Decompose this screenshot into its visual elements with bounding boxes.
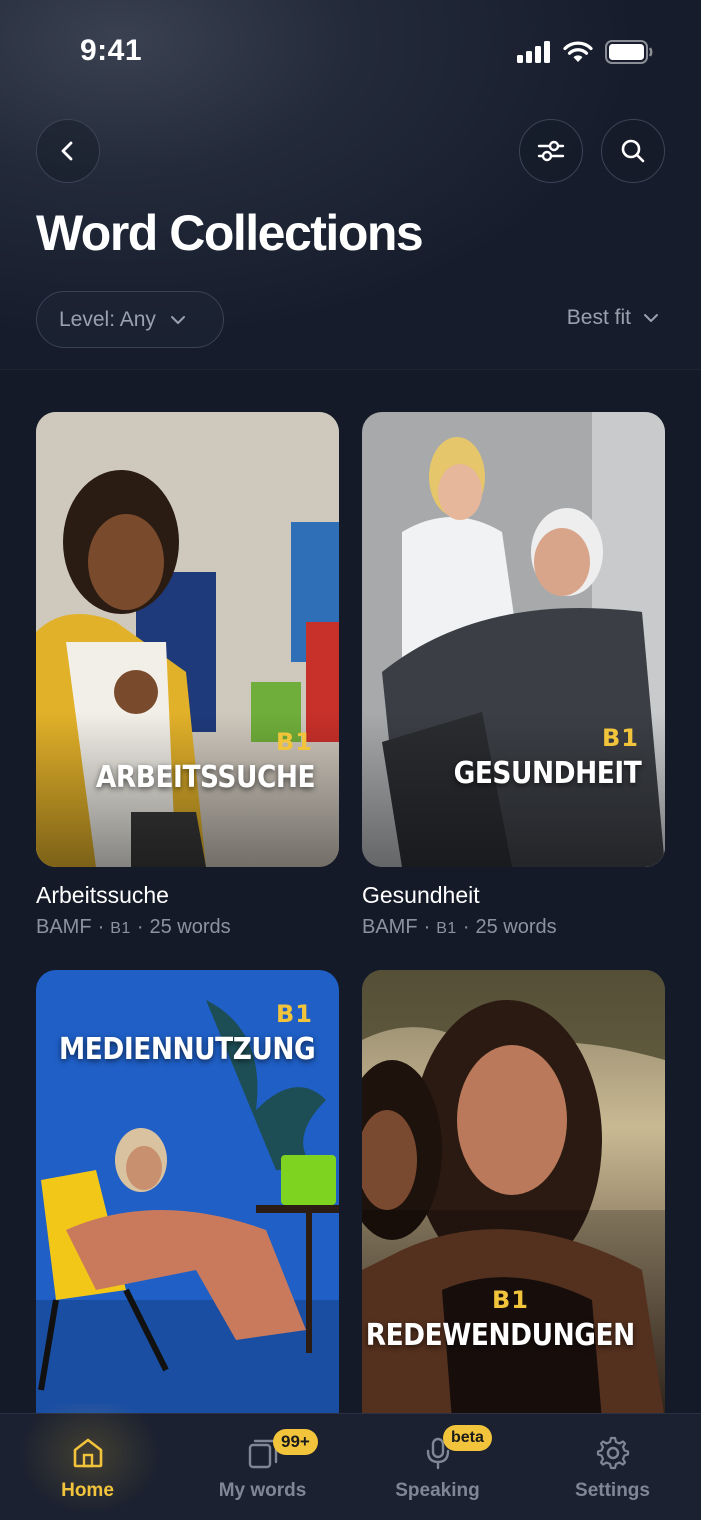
card-overlay-title: ARBEITSSUCHE bbox=[95, 760, 316, 795]
tab-label: Home bbox=[61, 1480, 114, 1501]
tab-settings[interactable]: Settings bbox=[525, 1414, 700, 1520]
card-image bbox=[362, 412, 665, 867]
card-source: BAMF bbox=[362, 916, 418, 938]
card-word-count: 25 words bbox=[149, 916, 231, 938]
card-level: B1 bbox=[436, 920, 457, 937]
collection-card-arbeitssuche[interactable]: B1 ARBEITSSUCHE bbox=[36, 412, 339, 867]
collection-card-mediennutzung[interactable]: B1 MEDIENNUTZUNG bbox=[36, 970, 339, 1413]
card-overlay-level: B1 bbox=[276, 728, 313, 756]
card-meta: BAMF · B1 · 25 words bbox=[36, 916, 231, 938]
status-icons bbox=[517, 40, 653, 64]
wifi-icon bbox=[563, 41, 593, 62]
level-filter-label: Level: Any bbox=[59, 307, 156, 331]
my-words-count-badge: 99+ bbox=[273, 1429, 318, 1455]
card-overlay-level: B1 bbox=[602, 724, 639, 752]
tab-home[interactable]: Home bbox=[0, 1404, 175, 1520]
tab-label: Speaking bbox=[395, 1480, 480, 1501]
gear-icon bbox=[596, 1436, 629, 1470]
sliders-icon bbox=[537, 140, 565, 162]
tab-label: Settings bbox=[575, 1480, 650, 1501]
signal-icon bbox=[517, 41, 550, 63]
tab-my-words[interactable]: 99+ My words bbox=[175, 1414, 350, 1520]
tab-label: My words bbox=[218, 1480, 307, 1501]
status-time: 9:41 bbox=[80, 34, 143, 67]
card-level: B1 bbox=[110, 920, 131, 937]
tab-speaking[interactable]: beta Speaking bbox=[350, 1414, 525, 1520]
chevron-left-icon bbox=[61, 141, 73, 161]
card-source: BAMF bbox=[36, 916, 92, 938]
search-button[interactable] bbox=[601, 119, 665, 183]
card-image bbox=[36, 412, 339, 867]
card-overlay-level: B1 bbox=[276, 1000, 313, 1028]
status-bar: 9:41 bbox=[0, 0, 701, 100]
card-meta: BAMF · B1 · 25 words bbox=[362, 916, 557, 938]
collection-card-gesundheit[interactable]: B1 GESUNDHEIT bbox=[362, 412, 665, 867]
card-overlay-level: B1 bbox=[492, 1286, 529, 1314]
search-icon bbox=[621, 139, 645, 163]
chevron-down-icon bbox=[170, 315, 185, 324]
back-button[interactable] bbox=[36, 119, 100, 183]
level-filter-dropdown[interactable]: Level: Any bbox=[36, 291, 224, 348]
sort-dropdown[interactable]: Best fit bbox=[567, 306, 659, 330]
card-word-count: 25 words bbox=[475, 916, 557, 938]
page-title: Word Collections bbox=[36, 205, 424, 261]
collection-card-redewendungen[interactable]: B1 REDEWENDUNGEN bbox=[362, 970, 665, 1413]
card-overlay-title: GESUNDHEIT bbox=[453, 756, 641, 791]
chevron-down-icon bbox=[644, 314, 658, 322]
speaking-beta-badge: beta bbox=[443, 1425, 492, 1451]
card-name: Arbeitssuche bbox=[36, 882, 169, 908]
filter-button[interactable] bbox=[519, 119, 583, 183]
battery-icon bbox=[605, 40, 653, 64]
home-icon bbox=[73, 1438, 102, 1468]
card-overlay-title: REDEWENDUNGEN bbox=[365, 1318, 636, 1353]
card-overlay-title: MEDIENNUTZUNG bbox=[58, 1032, 316, 1067]
sort-label: Best fit bbox=[566, 306, 631, 329]
card-name: Gesundheit bbox=[362, 882, 480, 908]
tab-bar: Home 99+ My words beta Speaking Settings bbox=[0, 1404, 701, 1520]
